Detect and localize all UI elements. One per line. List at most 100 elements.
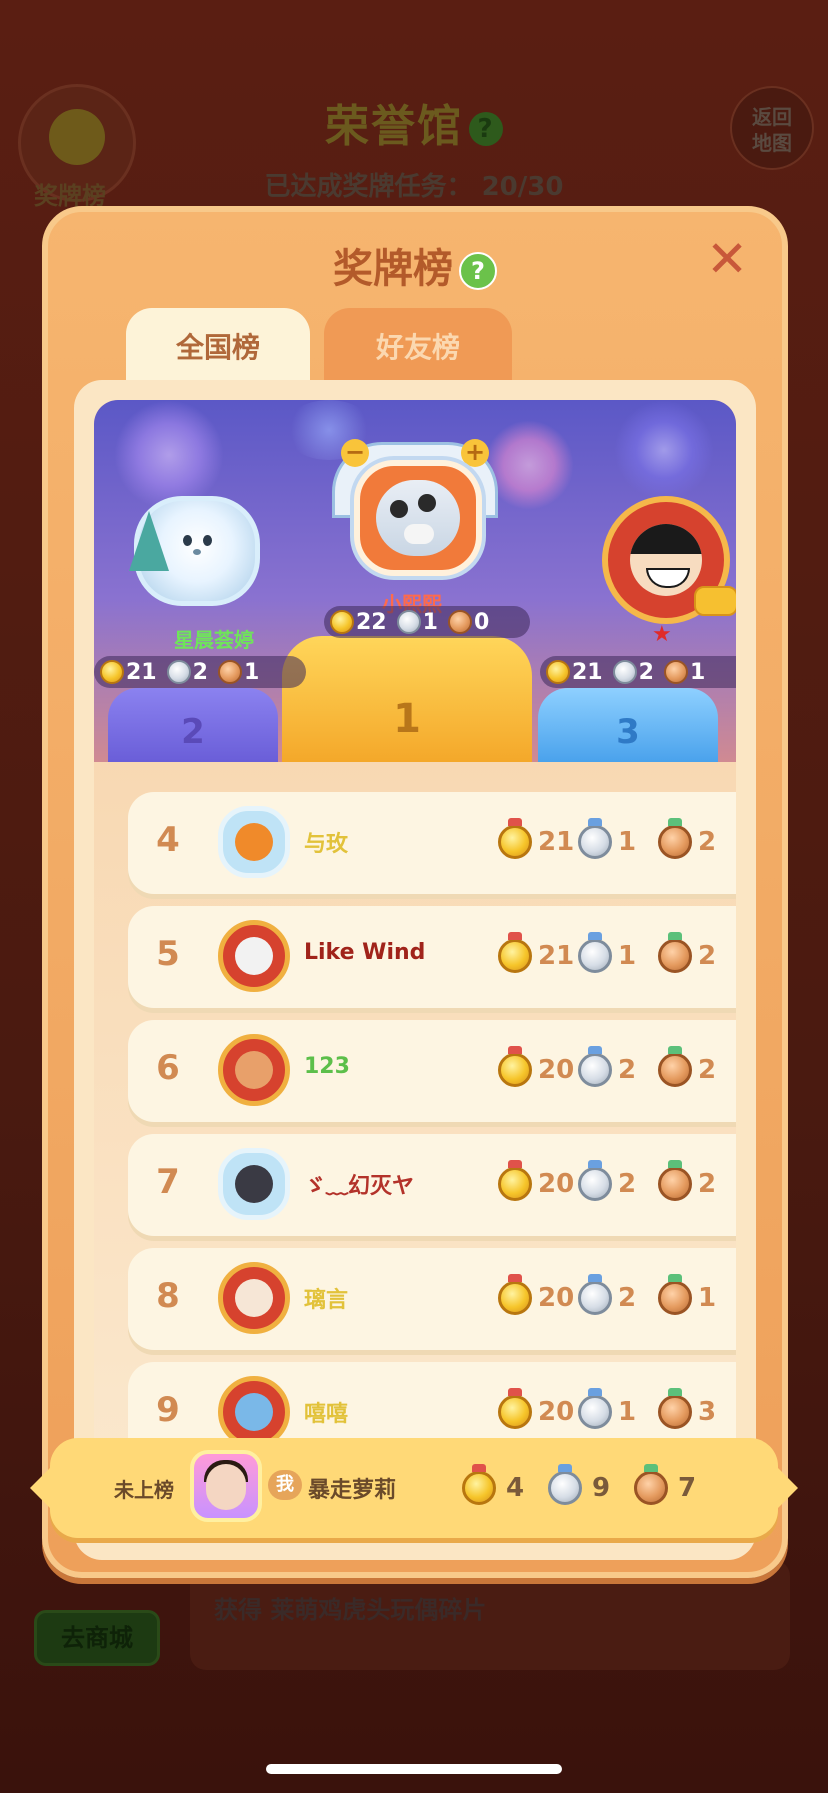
silver-medal-icon: [166, 660, 191, 684]
help-icon[interactable]: ?: [459, 252, 497, 290]
star-icon: ★: [652, 622, 672, 647]
gold-count: 22: [356, 609, 387, 635]
rank-number: 6: [156, 1048, 180, 1088]
bronze-medal-icon: [658, 818, 692, 859]
player-name: Like Wind: [304, 940, 426, 965]
gold-count: 20: [538, 1283, 575, 1313]
score-third-place: 21 2 1: [540, 656, 736, 688]
rank-row[interactable]: 8 璃言 20 2 1: [128, 1248, 736, 1350]
leaderboard-inner: 2 1 3 星晨荟婷 − + 小熙熙 ★ 21 2 1 22 1 0 21 2 …: [94, 400, 736, 1540]
unranked-label: 未上榜: [114, 1478, 174, 1502]
leaderboard-panel: 2 1 3 星晨荟婷 − + 小熙熙 ★ 21 2 1 22 1 0 21 2 …: [74, 380, 756, 1560]
medal-task-progress: 已达成奖牌任务： 20/30: [264, 172, 564, 202]
silver-count: 9: [592, 1473, 611, 1503]
tree-decoration: [129, 511, 169, 571]
gold-medal-icon: [462, 1464, 496, 1505]
gold-medal-icon: [100, 660, 124, 684]
close-icon[interactable]: ✕: [706, 234, 748, 284]
silver-count: 1: [618, 1397, 637, 1427]
avatar-first-place[interactable]: [354, 460, 482, 576]
avatar-image: [235, 1279, 273, 1317]
bronze-count: 1: [689, 659, 706, 685]
honor-hall-title: 荣誉馆?: [0, 90, 828, 154]
player-name: ゞ﹏幻灭ヤ: [304, 1174, 415, 1199]
modal-title: 奖牌榜?: [48, 236, 782, 294]
my-avatar: [190, 1450, 262, 1522]
podium-rank-1: 1: [393, 696, 421, 742]
bronze-medal-icon: [663, 660, 688, 684]
podium-first: 1: [282, 636, 532, 762]
bronze-count: 2: [698, 1055, 717, 1085]
person: [390, 500, 408, 518]
firework-decoration: [114, 400, 224, 510]
reward-text: 获得 莱萌鸡虎头玩偶碎片: [214, 1596, 487, 1624]
silver-count: 1: [618, 941, 637, 971]
avatar-image: [235, 1051, 273, 1089]
avatar: [218, 920, 290, 992]
medal-board-modal: 奖牌榜? ✕ 全国榜 好友榜 2 1 3 星晨荟婷 − + 小熙熙 ★ 21 2…: [42, 206, 788, 1578]
rank-row[interactable]: 5 Like Wind 21 1 2: [128, 906, 736, 1008]
gold-ingot-icon: [694, 586, 736, 616]
gold-medal-icon: [498, 1160, 532, 1201]
eye: [203, 535, 212, 546]
bronze-count: 0: [473, 609, 490, 635]
avatar: [218, 1034, 290, 1106]
avatar-second-place[interactable]: [129, 496, 260, 606]
honor-hall-title-text: 荣誉馆: [325, 101, 463, 152]
firework-decoration: [614, 400, 714, 500]
rank-row[interactable]: 7 ゞ﹏幻灭ヤ 20 2 2: [128, 1134, 736, 1236]
silver-medal-icon: [578, 1388, 612, 1429]
medal-counts: 21 1 2: [498, 818, 736, 862]
return-map-button[interactable]: 返回 地图: [730, 86, 814, 170]
gold-medal-icon: [498, 932, 532, 973]
rank-row[interactable]: 4 与玫 21 1 2: [128, 792, 736, 894]
silver-medal-icon: [612, 660, 637, 684]
silver-medal-icon: [578, 932, 612, 973]
silver-medal-icon: [578, 1274, 612, 1315]
bronze-count: 1: [243, 659, 260, 685]
avatar-third-place[interactable]: [602, 496, 736, 624]
podium-rank-3: 3: [616, 712, 640, 752]
gold-medal-icon: [546, 660, 570, 684]
rank-number: 9: [156, 1390, 180, 1430]
gold-medal-icon: [498, 1388, 532, 1429]
player-name: 与玫: [304, 832, 349, 857]
gold-count: 21: [572, 659, 603, 685]
silver-count: 1: [618, 827, 637, 857]
rank-number: 4: [156, 820, 180, 860]
avatar: [218, 1262, 290, 1334]
player-name: 璃言: [304, 1288, 349, 1313]
silver-count: 2: [638, 659, 654, 685]
silver-medal-icon: [548, 1464, 582, 1505]
mouth: [193, 549, 201, 555]
gold-medal-icon: [498, 1046, 532, 1087]
rank-row[interactable]: 6 123 20 2 2: [128, 1020, 736, 1122]
hair: [630, 524, 702, 554]
silver-medal-icon: [578, 1046, 612, 1087]
silver-medal-icon: [578, 1160, 612, 1201]
my-medal-counts: 4 9 7: [462, 1464, 722, 1508]
bronze-medal-icon: [217, 660, 242, 684]
silver-medal-icon: [578, 818, 612, 859]
pirate-face: [630, 524, 702, 596]
my-name: 暴走萝莉: [308, 1478, 397, 1503]
my-rank-row[interactable]: 未上榜 我 暴走萝莉 4 9 7: [30, 1438, 798, 1538]
gold-count: 21: [538, 941, 575, 971]
return-map-label: 返回 地图: [752, 105, 792, 155]
score-first-place: 22 1 0: [324, 606, 530, 638]
silver-count: 2: [618, 1169, 637, 1199]
go-shop-button[interactable]: 去商城: [34, 1610, 160, 1666]
player-name: 123: [304, 1054, 350, 1079]
bronze-medal-icon: [658, 1160, 692, 1201]
medal-counts: 20 2 1: [498, 1274, 736, 1318]
avatar: [218, 806, 290, 878]
bronze-count: 1: [698, 1283, 717, 1313]
medal-counts: 20 2 2: [498, 1160, 736, 1204]
avatar-image: [235, 1393, 273, 1431]
medal-counts: 20 1 3: [498, 1388, 736, 1432]
minus-icon: −: [341, 439, 369, 467]
silver-count: 2: [192, 659, 208, 685]
rank-number: 7: [156, 1162, 180, 1202]
gold-count: 21: [538, 827, 575, 857]
bronze-medal-icon: [658, 1388, 692, 1429]
